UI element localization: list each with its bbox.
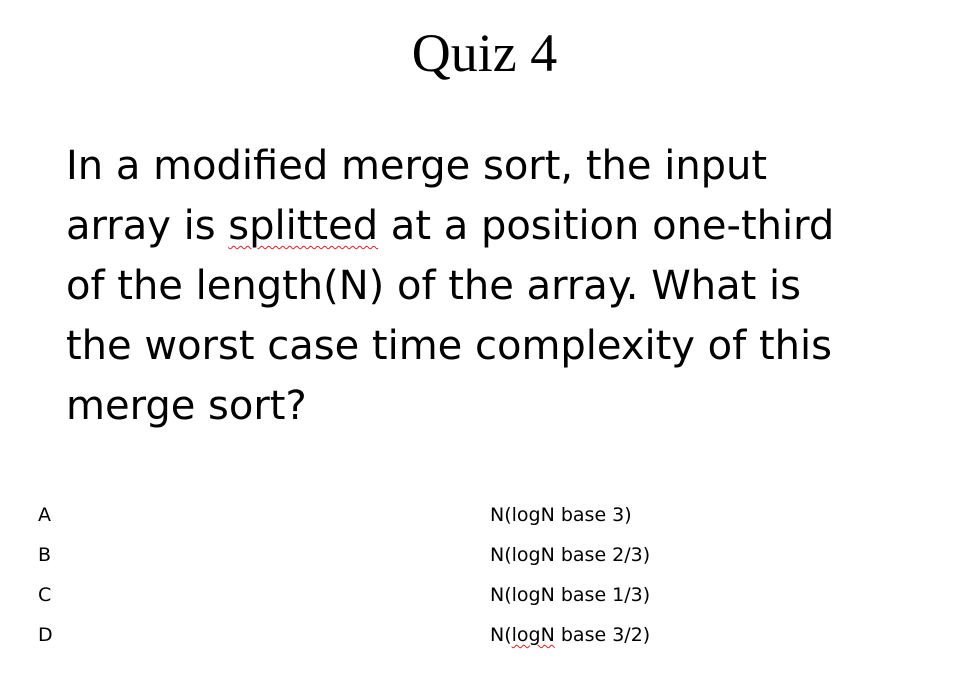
question-line: merge sort? xyxy=(66,376,886,436)
question-text-segment: merge sort? xyxy=(66,383,307,429)
question-text: In a modified merge sort, the input arra… xyxy=(66,136,886,436)
quiz-slide: Quiz 4 In a modified merge sort, the inp… xyxy=(0,0,969,677)
slide-title: Quiz 4 xyxy=(411,23,558,83)
answer-options: A N(logN base 3) B N(logN base 2/3) C N(… xyxy=(0,496,969,656)
question-line: array is splitted at a position one-thir… xyxy=(66,196,886,256)
answer-option-c: C N(logN base 1/3) xyxy=(0,576,969,616)
option-text-segment: N( xyxy=(490,624,512,646)
question-text-segment: at a position one-third xyxy=(378,203,835,249)
option-letter: A xyxy=(38,504,51,526)
question-line: of the length(N) of the array. What is xyxy=(66,256,886,316)
question-text-segment: of the length(N) of the array. What is xyxy=(66,263,801,309)
option-letter: D xyxy=(38,624,53,646)
question-text-segment: In a modified merge sort, the input xyxy=(66,143,768,189)
spellcheck-flagged-word: logN xyxy=(511,624,555,646)
question-text-segment: the worst case time complexity of this xyxy=(66,323,832,369)
answer-option-d: D N(logN base 3/2) xyxy=(0,616,969,656)
question-text-segment: array is xyxy=(66,203,229,249)
option-text: N(logN base 3) xyxy=(490,503,632,527)
option-text: N(logN base 2/3) xyxy=(490,543,650,567)
option-text-segment: N(logN base 2/3) xyxy=(490,544,651,566)
option-text-segment: base 3/2) xyxy=(554,624,651,646)
option-text: N(logN base 1/3) xyxy=(490,583,650,607)
option-text-segment: N(logN base 3) xyxy=(490,504,632,526)
option-letter: C xyxy=(38,584,52,606)
option-letter: B xyxy=(38,544,52,566)
question-line: the worst case time complexity of this xyxy=(66,316,886,376)
spellcheck-flagged-word: splitted xyxy=(228,203,379,249)
option-text-segment: N(logN base 1/3) xyxy=(490,584,651,606)
option-text: N(logN base 3/2) xyxy=(490,623,650,647)
answer-option-a: A N(logN base 3) xyxy=(0,496,969,536)
question-line: In a modified merge sort, the input xyxy=(66,136,886,196)
answer-option-b: B N(logN base 2/3) xyxy=(0,536,969,576)
